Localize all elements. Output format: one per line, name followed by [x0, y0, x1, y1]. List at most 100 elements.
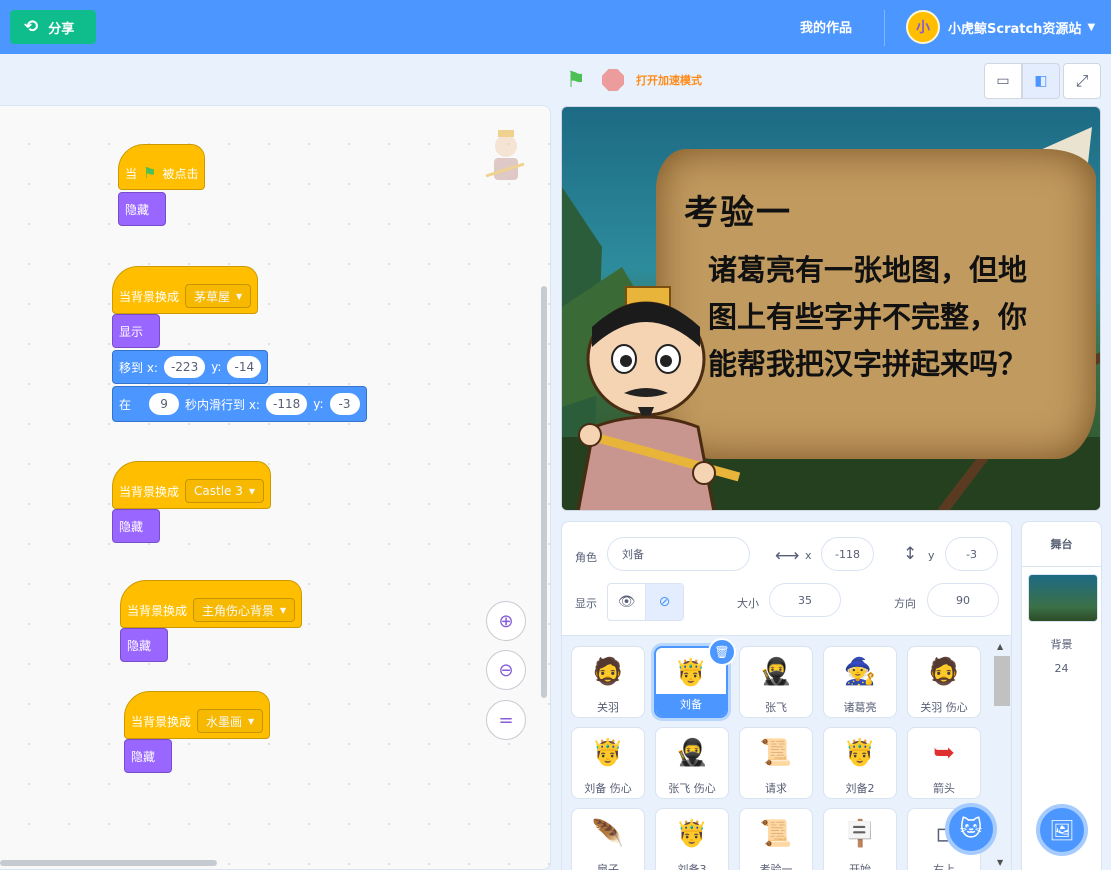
sprite-tile[interactable]: 🪧 开始 [823, 808, 897, 870]
add-backdrop-button[interactable]: 🖼 [1036, 804, 1088, 856]
backdrop-dropdown[interactable]: 主角伤心背景 ▼ [193, 598, 296, 622]
large-stage-button[interactable]: ◧ [1022, 63, 1060, 99]
sprite-tile[interactable]: 🤴 刘备3 [655, 808, 729, 870]
hide-sprite-button[interactable]: ⊘ [646, 584, 683, 620]
sprite-name: 张飞 [765, 701, 787, 714]
turbo-mode-toggle[interactable]: 打开加速模式 [636, 72, 702, 88]
show-sprite-button[interactable]: 👁 [608, 584, 646, 620]
sprite-list-scroll-thumb[interactable] [994, 656, 1010, 706]
hide-block[interactable]: 隐藏 [120, 628, 168, 662]
goto-x-input[interactable]: -223 [163, 356, 206, 378]
sprite-tile[interactable]: 🤴 刘备 伤心 [571, 727, 645, 799]
zoom-reset-button[interactable]: = [486, 700, 526, 740]
sprite-tile[interactable]: 🧙 诸葛亮 [823, 646, 897, 718]
y-arrows-icon: ↕ [903, 544, 918, 564]
eye-icon: 👁 [617, 594, 636, 610]
when-backdrop-switches-hat[interactable]: 当背景换成 茅草屋 ▼ [112, 266, 259, 314]
backdrop-value: Castle 3 [194, 484, 243, 498]
size-field[interactable]: 35 [769, 583, 841, 617]
stage-target-pane[interactable]: 舞台 背景 24 🖼 [1021, 521, 1102, 870]
add-sprite-button[interactable]: 🐱 [945, 803, 997, 855]
delete-sprite-button[interactable]: 🗑 [708, 638, 736, 666]
hide-block[interactable]: 隐藏 [112, 509, 160, 543]
direction-field[interactable]: 90 [927, 583, 999, 617]
hat-prefix: 当 [125, 166, 138, 181]
when-backdrop-switches-hat[interactable]: 当背景换成 主角伤心背景 ▼ [120, 580, 303, 628]
y-label: y [928, 549, 935, 562]
backdrop-dropdown[interactable]: 茅草屋 ▼ [185, 284, 252, 308]
stop-button[interactable] [602, 69, 624, 91]
sprite-thumbnail-icon: 🤴 [591, 738, 625, 768]
sprite-pane: 角色 刘备 ⟷ x -118 ↕ y -3 显示 👁 ⊘ 大小 35 方向 90… [561, 521, 1012, 870]
sprite-tile[interactable]: 📜 请求 [739, 727, 813, 799]
sprite-thumbnail-icon: 🪧 [843, 819, 877, 849]
share-icon: ⟲ [24, 17, 39, 37]
scroll-up-icon[interactable]: ▲ [997, 642, 1003, 651]
sprite-thumbnail-icon: 📜 [759, 738, 793, 768]
stage-title-text: 考验一 [684, 193, 792, 233]
sprite-tile[interactable]: 🥷 张飞 [739, 646, 813, 718]
sprite-name-field[interactable]: 刘备 [607, 537, 750, 571]
stage-size-toggle: ▭ ◧ [984, 63, 1060, 99]
account-menu[interactable]: 小 小虎鲸Scratch资源站 ▼ [906, 10, 1095, 44]
sprite-name: 诸葛亮 [843, 701, 877, 714]
sprite-name: 刘备 [656, 694, 726, 716]
x-field[interactable]: -118 [821, 537, 874, 571]
share-button[interactable]: ⟲ 分享 [10, 10, 96, 44]
glide-x-input[interactable]: -118 [265, 393, 308, 415]
zoom-in-button[interactable]: ⊕ [486, 601, 526, 641]
small-stage-icon: ▭ [996, 73, 1010, 89]
green-flag-icon: ⚑ [143, 164, 157, 182]
hide-block[interactable]: 隐藏 [118, 192, 166, 226]
sprite-tile[interactable]: 📜 考验一 [739, 808, 813, 870]
goto-xy-block[interactable]: 移到 x: -223 y: -14 [112, 350, 269, 384]
sprite-thumbnail-icon: 🧔 [927, 657, 961, 687]
when-backdrop-switches-hat[interactable]: 当背景换成 水墨画 ▼ [124, 691, 271, 739]
glide-block[interactable]: 在 9 秒内滑行到 x: -118 y: -3 [112, 386, 367, 422]
goto-y-input[interactable]: -14 [227, 356, 262, 378]
zoom-in-icon: ⊕ [498, 610, 514, 632]
y-field[interactable]: -3 [945, 537, 998, 571]
stage-canvas[interactable]: 考验一 诸葛亮有一张地图，但地图上有些字并不完整，你能帮我把汉字拼起来吗？ [561, 106, 1101, 511]
hide-block[interactable]: 隐藏 [124, 739, 172, 773]
sprite-thumbnail-icon: 🤴 [675, 819, 709, 849]
stage-body-text: 诸葛亮有一张地图，但地图上有些字并不完整，你能帮我把汉字拼起来吗？ [708, 253, 1028, 381]
sprite-name: 刘备2 [845, 782, 875, 795]
when-backdrop-switches-hat[interactable]: 当背景换成 Castle 3 ▼ [112, 461, 272, 509]
divider [1022, 566, 1101, 567]
sprite-name: 开始 [849, 863, 871, 870]
sprite-tile[interactable]: 🧔 关羽 伤心 [907, 646, 981, 718]
scroll-down-icon[interactable]: ▼ [997, 858, 1003, 867]
sprite-tile[interactable]: 🥷 张飞 伤心 [655, 727, 729, 799]
sprite-name: 箭头 [933, 782, 955, 795]
eye-slash-icon: ⊘ [658, 594, 671, 610]
script-area[interactable]: 当 ⚑ 被点击 隐藏 当背景换成 茅草屋 ▼ 显示 移到 x: -223 y: -… [0, 105, 551, 870]
small-stage-button[interactable]: ▭ [984, 63, 1022, 99]
backdrop-dropdown[interactable]: Castle 3 ▼ [185, 479, 265, 503]
image-plus-icon: 🖼 [1049, 818, 1075, 842]
when-flag-clicked-hat[interactable]: 当 ⚑ 被点击 [118, 144, 206, 190]
green-flag-button[interactable]: ⚑ [566, 68, 586, 93]
sprite-tile[interactable]: 🧔 关羽 [571, 646, 645, 718]
horizontal-scrollbar[interactable] [0, 860, 217, 866]
fullscreen-button[interactable]: ⤢ [1063, 63, 1101, 99]
vertical-scrollbar[interactable] [541, 286, 547, 698]
sprite-name: 关羽 [597, 701, 619, 714]
hat-prefix: 当背景换成 [127, 603, 188, 618]
dropdown-arrow-icon: ▼ [280, 605, 287, 615]
glide-y-input[interactable]: -3 [329, 393, 360, 415]
sprite-thumbnail-icon: 🥷 [675, 738, 709, 768]
sprite-name: 请求 [765, 782, 787, 795]
my-works-link[interactable]: 我的作品 [800, 17, 852, 36]
goto-x-label: 移到 x: [119, 360, 158, 375]
glide-secs-input[interactable]: 9 [149, 393, 180, 415]
sprite-thumbnail-icon: 🤴 [843, 738, 877, 768]
backdrop-dropdown[interactable]: 水墨画 ▼ [197, 709, 264, 733]
show-block[interactable]: 显示 [112, 314, 160, 348]
sprite-tile[interactable]: ➥ 箭头 [907, 727, 981, 799]
sprite-tile[interactable]: 🤴 刘备2 [823, 727, 897, 799]
sprite-tile[interactable]: 🪶 扇子 [571, 808, 645, 870]
zoom-out-button[interactable]: ⊖ [486, 650, 526, 690]
hide-label: 隐藏 [119, 519, 144, 534]
trash-icon: 🗑 [714, 645, 730, 659]
